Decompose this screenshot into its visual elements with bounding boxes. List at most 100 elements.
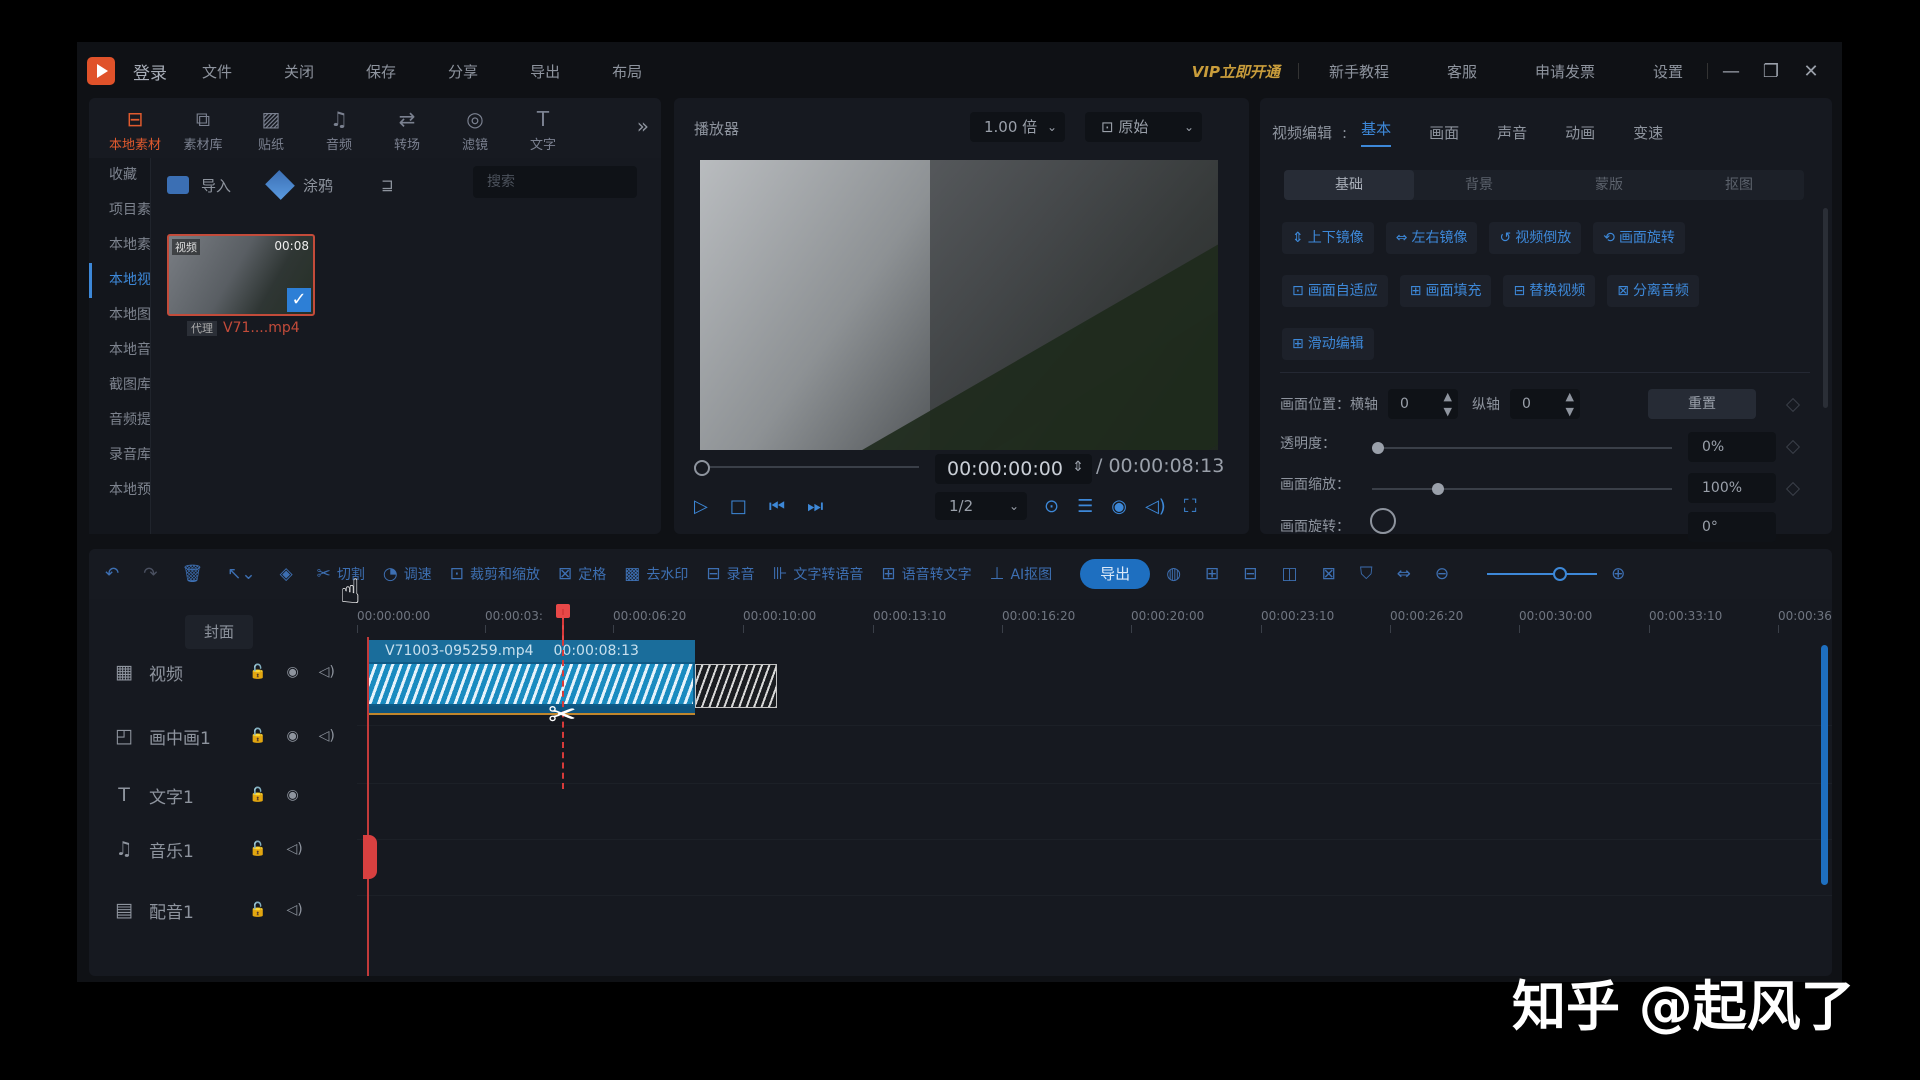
tab-local-media[interactable]: ⊟ 本地素材 <box>101 98 169 158</box>
menu-close[interactable]: 关闭 <box>284 61 314 82</box>
sidebar-item-local-audio[interactable]: 本地音 <box>89 333 150 368</box>
rotate-input[interactable]: 0° <box>1688 512 1776 542</box>
tab-text[interactable]: T 文字 <box>509 98 577 158</box>
media-thumbnail[interactable]: 视频 00:08 ✓ <box>167 234 315 316</box>
lock-icon[interactable]: 🔓 <box>249 728 266 744</box>
stepper-icon[interactable]: ⇕ <box>1072 452 1084 482</box>
tab-filter[interactable]: ◎ 滤镜 <box>441 98 509 158</box>
clip-body[interactable] <box>367 662 695 706</box>
double-chevron-right-icon[interactable]: » <box>637 114 649 138</box>
lock-icon[interactable]: 🔓 <box>249 841 266 857</box>
opacity-input[interactable]: 0% <box>1688 432 1776 462</box>
camera-icon[interactable]: ◉ <box>1111 496 1127 517</box>
close-icon[interactable]: ✕ <box>1802 61 1820 82</box>
eye-icon[interactable]: ◉ <box>286 787 298 803</box>
sidebar-item-local[interactable]: 本地素 <box>89 228 150 263</box>
track-text[interactable]: T 文字1 🔓 ◉ <box>89 767 357 823</box>
select-tool-icon[interactable]: ↖⌄ <box>227 564 262 584</box>
timeline-zoom-slider[interactable] <box>1487 567 1598 581</box>
rotate-button[interactable]: ⟲ 画面旋转 <box>1593 222 1685 254</box>
tts-button[interactable]: ⊪ 文字转语音 <box>773 564 864 584</box>
volume-icon[interactable]: ◁) <box>319 664 335 680</box>
scale-slider[interactable] <box>1372 483 1672 495</box>
video-clip[interactable]: V71003-095259.mp4 00:00:08:13 <box>367 640 777 715</box>
fit-icon[interactable]: ⊙ <box>1044 496 1059 517</box>
menu-file[interactable]: 文件 <box>202 61 232 82</box>
volume-icon[interactable]: ◁) <box>319 728 335 744</box>
speed-select[interactable]: 1.00 倍 ⌄ <box>970 112 1065 142</box>
tab-library[interactable]: ⧉ 素材库 <box>169 98 237 158</box>
play-icon[interactable]: ▷ <box>694 496 708 517</box>
ratio-select[interactable]: ⊡ 原始 ⌄ <box>1085 112 1202 142</box>
tab-audio[interactable]: ♫ 音频 <box>305 98 373 158</box>
tab-basic[interactable]: 基本 <box>1361 118 1392 147</box>
opacity-knob[interactable] <box>1372 442 1384 454</box>
fit-button[interactable]: ⊡ 画面自适应 <box>1282 275 1388 307</box>
fullscreen-icon[interactable]: ⛶ <box>1184 496 1197 517</box>
record-button[interactable]: ⊟ 录音 <box>706 564 754 584</box>
clip-drag-extension[interactable] <box>695 664 777 708</box>
shield-icon[interactable]: ⛉ <box>1360 564 1379 584</box>
x-input[interactable]: 0 ▲ ▼ <box>1388 389 1458 419</box>
replace-video-button[interactable]: ⊟ 替换视频 <box>1503 275 1596 307</box>
playback-progress[interactable] <box>694 466 919 468</box>
sidebar-item-screenshots[interactable]: 截图库 <box>89 368 150 403</box>
keyframe-icon[interactable] <box>1785 439 1801 455</box>
subtab-cutout[interactable]: 抠图 <box>1674 170 1804 200</box>
flip-horizontal-button[interactable]: ⇔ 左右镜像 <box>1385 222 1478 254</box>
video-preview[interactable] <box>700 160 1218 450</box>
time-ruler[interactable]: 00:00:00:00 00:00:03: 00:00:06:20 00:00:… <box>357 599 1832 635</box>
import-button[interactable]: 导入 <box>167 175 231 196</box>
export-button[interactable]: 导出 <box>1080 559 1151 589</box>
sidebar-item-project[interactable]: 项目素 <box>89 193 150 228</box>
scale-knob[interactable] <box>1432 483 1444 495</box>
login-link[interactable]: 登录 <box>133 59 167 84</box>
opacity-slider[interactable] <box>1372 442 1672 454</box>
redo-icon[interactable]: ↷ <box>143 564 163 584</box>
crop-zoom-button[interactable]: ⊡ 裁剪和缩放 <box>450 564 540 584</box>
zoom-in-icon[interactable]: ⊕ <box>1611 564 1631 584</box>
fit-timeline-icon[interactable]: ⇔ <box>1397 564 1417 584</box>
rotate-dial[interactable] <box>1370 508 1396 534</box>
tutorial-link[interactable]: 新手教程 <box>1329 61 1389 82</box>
keyframe-icon[interactable] <box>1785 397 1801 413</box>
zoom-knob[interactable] <box>1553 567 1568 581</box>
lock-icon[interactable]: 🔓 <box>249 902 266 918</box>
tab-sound[interactable]: 声音 <box>1497 122 1527 143</box>
prev-frame-icon[interactable]: ⏮ <box>769 496 785 517</box>
track-voice[interactable]: ▤ 配音1 🔓 ◁) <box>89 882 357 938</box>
tab-picture[interactable]: 画面 <box>1429 122 1459 143</box>
subtab-mask[interactable]: 蒙版 <box>1544 170 1674 200</box>
mask-icon[interactable]: ⊠ <box>1322 564 1342 584</box>
tab-transition[interactable]: ⇄ 转场 <box>373 98 441 158</box>
paint-button[interactable]: 涂鸦 <box>265 170 333 200</box>
reverse-button[interactable]: ↺ 视频倒放 <box>1489 222 1582 254</box>
vip-link[interactable]: VIP立即开通 <box>1192 61 1280 82</box>
checkmark-icon[interactable]: ✓ <box>287 288 311 312</box>
ai-cutout-button[interactable]: ⊥ AI抠图 <box>990 564 1053 584</box>
tab-speed[interactable]: 变速 <box>1633 122 1663 143</box>
menu-save[interactable]: 保存 <box>366 61 396 82</box>
menu-export[interactable]: 导出 <box>530 61 560 82</box>
compare-icon[interactable]: ◫ <box>1282 564 1304 584</box>
sidebar-item-audio-extract[interactable]: 音频提 <box>89 403 150 438</box>
sidebar-item-local-video[interactable]: 本地视 <box>89 263 150 298</box>
search-input[interactable]: 搜索 <box>473 166 637 198</box>
sort-icon[interactable]: ⊒ <box>381 176 394 194</box>
lock-icon[interactable]: 🔓 <box>249 664 266 680</box>
flip-vertical-button[interactable]: ⇕ 上下镜像 <box>1282 222 1374 254</box>
fill-button[interactable]: ⊞ 画面填充 <box>1399 275 1492 307</box>
sidebar-item-recordings[interactable]: 录音库 <box>89 438 150 473</box>
settings-link[interactable]: 设置 <box>1653 61 1683 82</box>
eye-icon[interactable]: ◉ <box>286 664 298 680</box>
track-pip[interactable]: ◰ 画中画1 🔓 ◉ ◁) <box>89 708 357 764</box>
invoice-link[interactable]: 申请发票 <box>1535 61 1595 82</box>
sidebar-item-local-image[interactable]: 本地图 <box>89 298 150 333</box>
tab-animation[interactable]: 动画 <box>1565 122 1595 143</box>
start-marker-handle[interactable] <box>363 835 377 879</box>
lock-icon[interactable]: 🔓 <box>249 787 266 803</box>
volume-icon[interactable]: ◁) <box>1145 496 1166 517</box>
palette-icon[interactable]: ◍ <box>1166 564 1187 584</box>
sidebar-item-favorites[interactable]: 收藏 <box>89 158 150 193</box>
minimize-icon[interactable]: — <box>1722 61 1740 82</box>
